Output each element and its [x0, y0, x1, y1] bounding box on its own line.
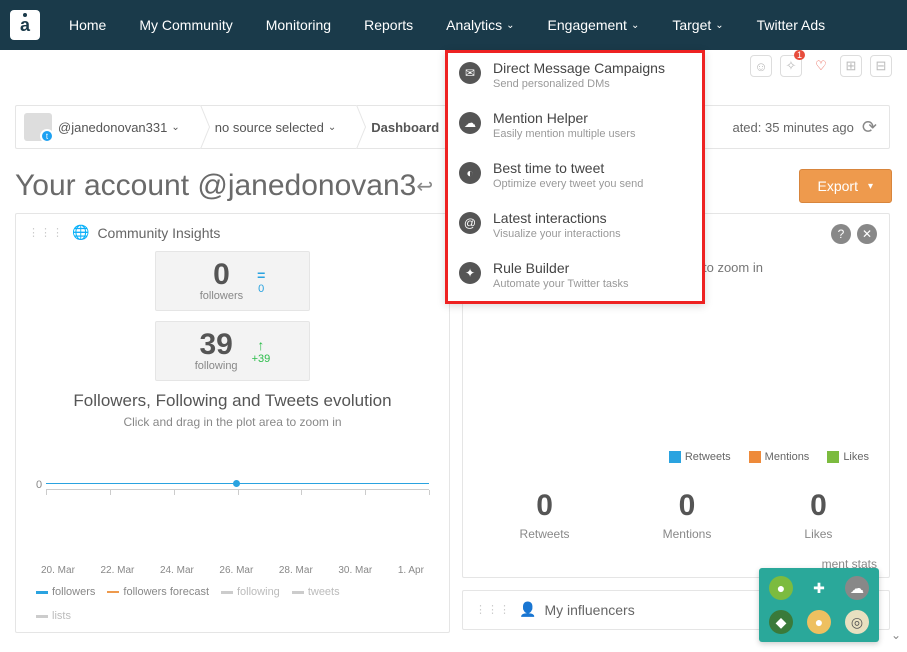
nav-reports[interactable]: Reports [350, 0, 427, 50]
nav-analytics[interactable]: Analytics⌄ [432, 0, 528, 50]
widget-shield-icon[interactable]: ✚ [807, 576, 831, 600]
dd-best-time[interactable]: ◐ Best time to tweetOptimize every tweet… [445, 150, 705, 200]
nav-target[interactable]: Target⌄ [658, 0, 737, 50]
person-gear-icon: ✦ [459, 262, 481, 284]
chevron-down-icon: ⌄ [328, 122, 336, 133]
widget-target-icon[interactable]: ◎ [845, 610, 869, 634]
util-icon-4[interactable]: ⊟ [870, 55, 892, 77]
delta-up: ↑+39 [252, 337, 271, 365]
legend-following[interactable]: following [221, 586, 280, 598]
notification-badge: 1 [794, 50, 805, 60]
person-icon: 👤 [519, 601, 536, 618]
engagement-dropdown: ✉ Direct Message CampaignsSend personali… [445, 50, 705, 304]
avatar: t [24, 113, 52, 141]
drag-handle-icon[interactable]: ⋮⋮⋮ [475, 603, 511, 616]
crumb-source[interactable]: no source selected ⌄ [201, 106, 358, 148]
widget-icon-4[interactable]: ◆ [769, 610, 793, 634]
heart-icon[interactable]: ♡ [810, 55, 832, 77]
chevron-down-icon: ⌄ [171, 122, 179, 133]
dd-rule-builder[interactable]: ✦ Rule BuilderAutomate your Twitter task… [445, 250, 705, 300]
legend-lists[interactable]: lists [36, 610, 429, 622]
interactions-legend: Retweets Mentions Likes [463, 445, 889, 469]
drag-handle-icon[interactable]: ⋮⋮⋮ [28, 226, 64, 239]
legend-likes[interactable]: Likes [827, 451, 869, 463]
caret-down-icon: ▾ [868, 181, 873, 192]
widget-cloud-icon[interactable]: ☁ [845, 576, 869, 600]
chevron-down-icon: ⌄ [715, 20, 723, 31]
top-nav: a Home My Community Monitoring Reports A… [0, 0, 907, 50]
interactions-stats: 0Retweets 0Mentions 0Likes [463, 469, 889, 561]
dd-latest-interactions[interactable]: @ Latest interactionsVisualize your inte… [445, 200, 705, 250]
chart-plot-area[interactable]: 0 [16, 449, 449, 519]
floating-widget[interactable]: ● ✚ ☁ ◆ ● ◎ [759, 568, 879, 642]
utility-icons: ☺ ✧1 ♡ ⊞ ⊟ [750, 55, 892, 77]
export-button[interactable]: Export ▾ [799, 169, 893, 203]
x-axis [46, 489, 429, 513]
following-stat: 39 following ↑+39 [155, 321, 310, 381]
nav-twitter-ads[interactable]: Twitter Ads [743, 0, 839, 50]
chart-point [233, 480, 240, 487]
nav-my-community[interactable]: My Community [125, 0, 246, 50]
panel-header: ⋮⋮⋮ 🌐 Community Insights [16, 214, 449, 251]
y-tick-0: 0 [36, 479, 42, 491]
clock-icon: ◐ [459, 162, 481, 184]
envelope-icon: ✉ [459, 62, 481, 84]
legend-mentions[interactable]: Mentions [749, 451, 810, 463]
chevron-down-icon: ⌄ [506, 20, 514, 31]
at-icon: @ [459, 212, 481, 234]
crumb-account[interactable]: t @janedonovan331 ⌄ [16, 106, 201, 148]
scroll-down-icon[interactable]: ⌄ [891, 628, 901, 642]
close-button[interactable]: ✕ [857, 224, 877, 244]
panel-title: My influencers [544, 602, 634, 618]
nav-engagement[interactable]: Engagement⌄ [534, 0, 654, 50]
panel-title: Community Insights [97, 225, 220, 241]
legend-followers-forecast[interactable]: followers forecast [107, 586, 209, 598]
dd-direct-message-campaigns[interactable]: ✉ Direct Message CampaignsSend personali… [445, 50, 705, 100]
util-icon-3[interactable]: ⊞ [840, 55, 862, 77]
help-button[interactable]: ? [831, 224, 851, 244]
x-labels: 20. Mar22. Mar24. Mar26. Mar28. Mar30. M… [16, 519, 449, 576]
page-title: Your account @janedonovan3 [15, 169, 416, 203]
legend-followers[interactable]: followers [36, 586, 95, 598]
widget-icon-1[interactable]: ● [769, 576, 793, 600]
delta-equal: =0 [257, 267, 265, 295]
updated-info: ated: 35 minutes ago ⟳ [720, 117, 889, 138]
community-insights-panel: ⋮⋮⋮ 🌐 Community Insights 0 followers =0 … [15, 213, 450, 633]
chart-legend: followers followers forecast following t… [16, 576, 449, 632]
chart-title: Followers, Following and Tweets evolutio… [16, 391, 449, 411]
chart-subtitle: Click and drag in the plot area to zoom … [16, 415, 449, 429]
twitter-badge-icon: t [40, 129, 54, 143]
app-logo[interactable]: a [10, 10, 40, 40]
globe-icon: 🌐 [72, 224, 89, 241]
followers-stat: 0 followers =0 [155, 251, 310, 311]
back-arrow-icon[interactable]: ↩ [416, 174, 433, 199]
stat-likes: 0Likes [804, 489, 832, 541]
equals-icon: = [257, 267, 265, 283]
refresh-icon[interactable]: ⟳ [862, 117, 877, 138]
dd-mention-helper[interactable]: ☁ Mention HelperEasily mention multiple … [445, 100, 705, 150]
stat-retweets: 0Retweets [520, 489, 570, 541]
stat-mentions: 0Mentions [663, 489, 712, 541]
widget-icon-5[interactable]: ● [807, 610, 831, 634]
nav-home[interactable]: Home [55, 0, 120, 50]
chevron-down-icon: ⌄ [631, 20, 639, 31]
arrow-up-icon: ↑ [257, 337, 264, 353]
util-icon-notifications[interactable]: ✧1 [780, 55, 802, 77]
legend-retweets[interactable]: Retweets [669, 451, 731, 463]
legend-tweets[interactable]: tweets [292, 586, 340, 598]
nav-monitoring[interactable]: Monitoring [252, 0, 345, 50]
util-icon-1[interactable]: ☺ [750, 55, 772, 77]
speech-icon: ☁ [459, 112, 481, 134]
